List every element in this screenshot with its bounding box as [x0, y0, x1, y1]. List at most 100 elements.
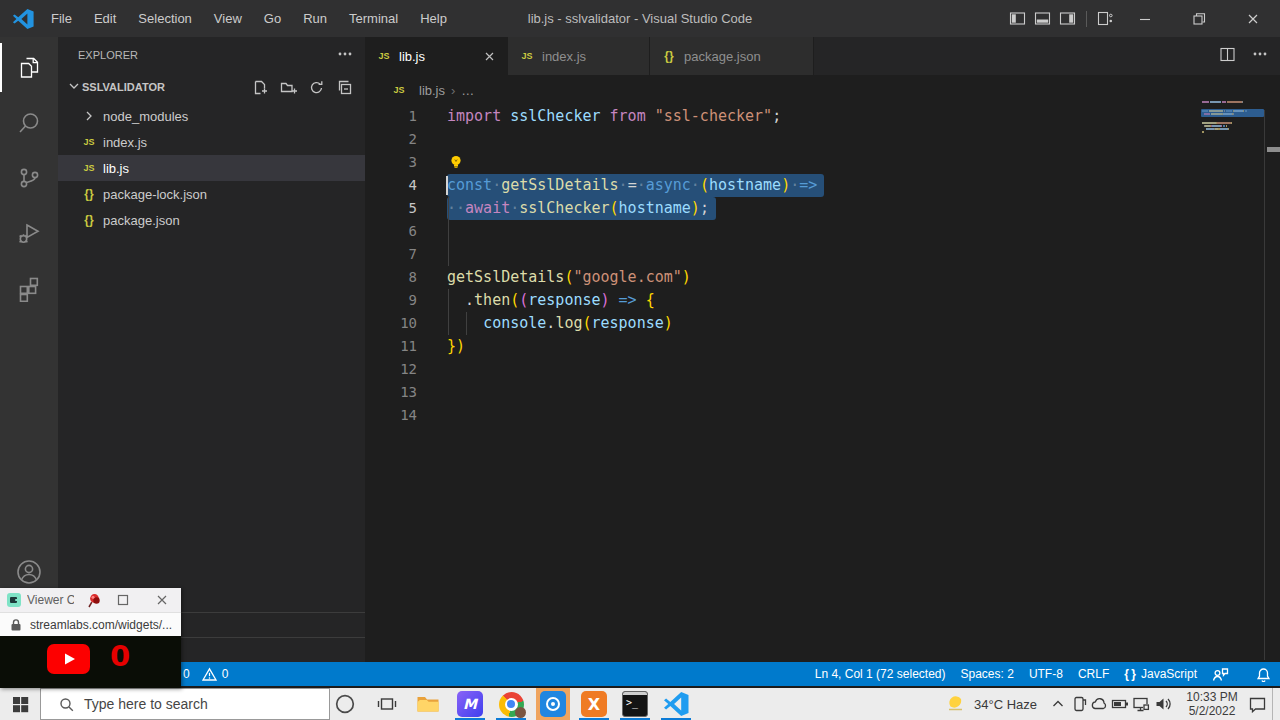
- menu-terminal[interactable]: Terminal: [338, 0, 409, 37]
- feedback-icon[interactable]: [1212, 667, 1229, 682]
- status-eol-sequence[interactable]: CRLF: [1078, 667, 1109, 681]
- code-line: 3: [365, 151, 1280, 174]
- menu-view[interactable]: View: [203, 0, 253, 37]
- code-area[interactable]: 1import sslChecker from "ssl-checker";23…: [365, 105, 1280, 662]
- search-icon: [41, 697, 84, 712]
- tab-actions: [1219, 37, 1268, 75]
- viewer-window-titlebar[interactable]: Viewer C...: [0, 588, 181, 612]
- pin-icon[interactable]: [86, 592, 103, 609]
- taskbar-xampp[interactable]: X: [574, 688, 614, 720]
- minimize-button[interactable]: [1118, 0, 1172, 37]
- menu-selection[interactable]: Selection: [127, 0, 202, 37]
- menu-edit[interactable]: Edit: [83, 0, 127, 37]
- collapse-all-icon[interactable]: [334, 77, 355, 98]
- menu-help[interactable]: Help: [409, 0, 458, 37]
- taskbar-clock[interactable]: 10:33 PM 5/2/2022: [1181, 690, 1243, 718]
- minimap[interactable]: [1202, 100, 1262, 220]
- viewer-maximize-button[interactable]: [103, 588, 142, 612]
- editor-more-icon[interactable]: [1252, 46, 1268, 66]
- code-line: 9 .then((response) => {: [365, 289, 1280, 312]
- line-number: 4: [365, 174, 417, 197]
- file-package.json[interactable]: {}package.json: [58, 207, 365, 233]
- taskbar-cortana[interactable]: [325, 688, 365, 720]
- taskbar-terminal[interactable]: >_: [615, 688, 655, 720]
- explorer-more-actions[interactable]: [337, 46, 353, 64]
- minimap-line: [1202, 131, 1204, 133]
- activity-explorer[interactable]: [0, 40, 58, 95]
- tab-package.json[interactable]: {}package.json: [650, 37, 814, 75]
- breadcrumb[interactable]: JS lib.js › …: [365, 75, 1280, 105]
- scrollbar-marker[interactable]: [1267, 147, 1280, 152]
- js-file-icon: JS: [80, 137, 98, 147]
- file-lib.js[interactable]: JSlib.js: [58, 155, 365, 181]
- toggle-sidebar-icon[interactable]: [1005, 0, 1030, 37]
- breadcrumb-separator: ›: [451, 83, 455, 98]
- taskbar-mail[interactable]: M: [450, 688, 490, 720]
- activity-extensions[interactable]: [0, 260, 58, 315]
- line-number: 10: [365, 312, 417, 335]
- tab-close-icon[interactable]: [482, 49, 497, 64]
- search-placeholder: Type here to search: [84, 696, 208, 712]
- tab-lib.js[interactable]: JSlib.js: [365, 37, 508, 75]
- chevron-right-icon: [80, 108, 98, 124]
- activity-source-control[interactable]: [0, 150, 58, 205]
- line-number: 12: [365, 358, 417, 381]
- taskbar-search[interactable]: Type here to search: [40, 688, 330, 720]
- taskbar-vscode[interactable]: [656, 688, 696, 720]
- refresh-icon[interactable]: [306, 77, 327, 98]
- menu-run[interactable]: Run: [292, 0, 338, 37]
- split-editor-icon[interactable]: [1219, 46, 1236, 67]
- customize-layout-icon[interactable]: [1093, 0, 1118, 37]
- status-cursor-position[interactable]: Ln 4, Col 1 (72 selected): [815, 667, 946, 681]
- tray-expand-icon[interactable]: [1047, 688, 1068, 720]
- file-package-lock.json[interactable]: {}package-lock.json: [58, 181, 365, 207]
- network-icon[interactable]: [1131, 688, 1152, 720]
- status-indentation[interactable]: Spaces: 2: [961, 667, 1014, 681]
- file-index.js[interactable]: JS index.js: [58, 129, 365, 155]
- volume-icon[interactable]: [1152, 688, 1173, 720]
- battery-icon[interactable]: [1110, 688, 1131, 720]
- new-file-icon[interactable]: [250, 77, 271, 98]
- tab-index.js[interactable]: JSindex.js: [508, 37, 650, 75]
- file-label: index.js: [103, 135, 147, 150]
- menu-file[interactable]: File: [40, 0, 83, 37]
- close-button[interactable]: [1226, 0, 1280, 37]
- clock-date: 5/2/2022: [1181, 704, 1243, 718]
- weather-widget[interactable]: 34°C Haze: [945, 693, 1037, 715]
- start-button[interactable]: [0, 688, 40, 720]
- code-line: 11}): [365, 335, 1280, 358]
- file-tree: node_modules JS index.js JSlib.js{}package-…: [58, 103, 365, 233]
- action-center-icon[interactable]: [1247, 688, 1268, 720]
- file-node_modules[interactable]: node_modules: [58, 103, 365, 129]
- viewer-address-bar[interactable]: streamlabs.com/widgets/...: [0, 612, 181, 636]
- taskbar-task-view[interactable]: [367, 688, 407, 720]
- js-file-icon: JS: [375, 51, 393, 61]
- phone-icon[interactable]: [1068, 688, 1089, 720]
- line-number: 2: [365, 128, 417, 151]
- warning-count: 0: [222, 667, 229, 681]
- section-actions: [250, 77, 365, 98]
- json-file-icon: {}: [660, 49, 678, 63]
- taskbar-streamlabs[interactable]: [533, 688, 573, 720]
- viewer-app-icon: [7, 593, 21, 607]
- onedrive-icon[interactable]: [1089, 688, 1110, 720]
- viewer-close-button[interactable]: [142, 588, 181, 612]
- maximize-button[interactable]: [1172, 0, 1226, 37]
- new-folder-icon[interactable]: [278, 77, 299, 98]
- activity-run-debug[interactable]: [0, 205, 58, 260]
- activity-search[interactable]: [0, 95, 58, 150]
- taskbar-chrome[interactable]: [491, 688, 531, 720]
- js-file-icon: JS: [80, 163, 98, 173]
- toggle-panel-icon[interactable]: [1030, 0, 1055, 37]
- viewer-widget-body: 0: [0, 636, 181, 688]
- status-encoding[interactable]: UTF-8: [1029, 667, 1063, 681]
- code-line: 12: [365, 358, 1280, 381]
- taskbar-explorer[interactable]: [408, 688, 448, 720]
- menu-go[interactable]: Go: [253, 0, 292, 37]
- folder-section-header[interactable]: SSLVALIDATOR: [58, 75, 365, 99]
- status-language-mode[interactable]: { }JavaScript: [1124, 667, 1197, 681]
- file-label: package-lock.json: [103, 187, 207, 202]
- notifications-bell-icon[interactable]: [1256, 667, 1271, 682]
- show-desktop-button[interactable]: [1272, 688, 1280, 720]
- toggle-secondary-sidebar-icon[interactable]: [1055, 0, 1080, 37]
